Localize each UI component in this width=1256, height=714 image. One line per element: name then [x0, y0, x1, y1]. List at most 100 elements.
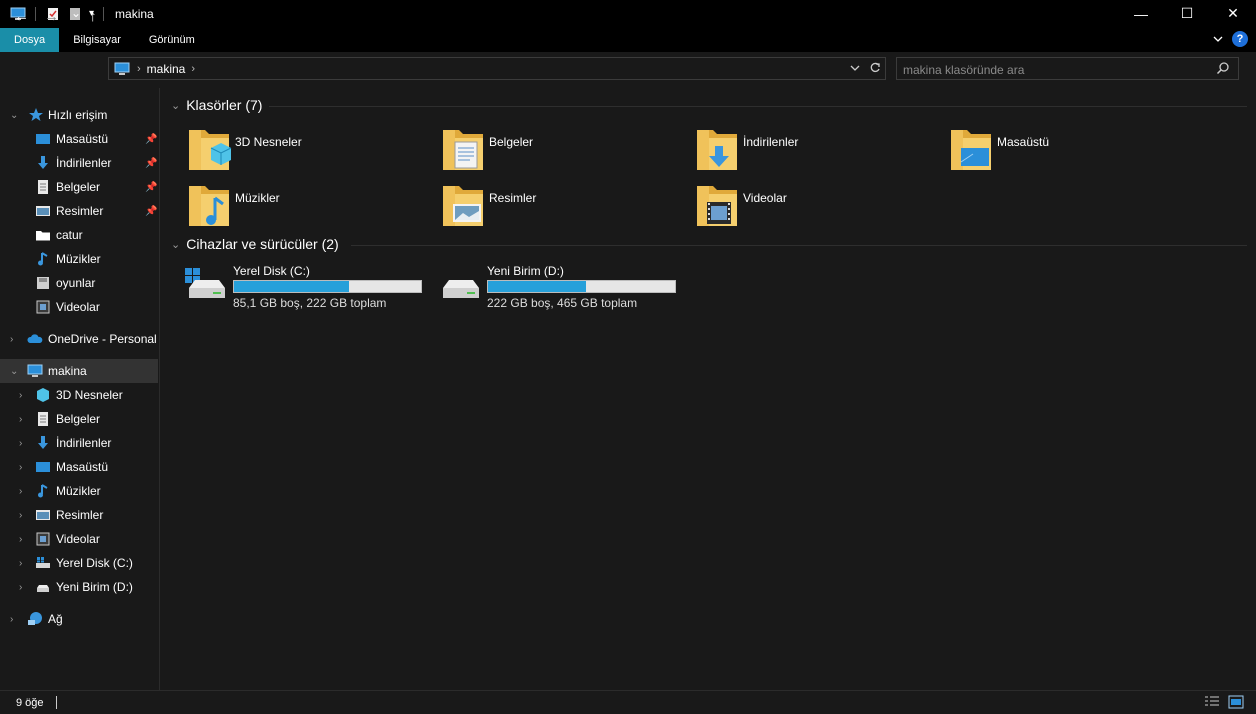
address-bar[interactable]: › makina ›: [108, 57, 886, 80]
collapsed-chevron-icon[interactable]: ›: [19, 414, 22, 425]
toolbar-separator: [103, 6, 105, 21]
collapsed-chevron-icon[interactable]: ›: [10, 614, 13, 625]
sidebar-item-quick-access[interactable]: ⌄ Hızlı erişim: [0, 103, 158, 127]
breadcrumb-makina[interactable]: makina: [147, 62, 186, 76]
collapsed-chevron-icon[interactable]: ›: [19, 534, 22, 545]
pin-icon[interactable]: 📌: [145, 134, 157, 145]
sidebar-item-label: 3D Nesneler: [56, 388, 123, 402]
breadcrumb-separator[interactable]: ›: [191, 63, 195, 75]
folder-label: Müzikler: [235, 191, 280, 205]
sidebar-item-network[interactable]: › Ağ: [0, 607, 158, 631]
collapsed-chevron-icon[interactable]: ›: [19, 390, 22, 401]
sidebar-item-label: Resimler: [56, 204, 104, 218]
folder-icon: [36, 231, 50, 241]
drive-label: Yeni Birim (D:): [487, 264, 564, 278]
pictures-icon: [36, 206, 50, 216]
network-icon: [28, 612, 42, 625]
maximize-button[interactable]: ☐: [1164, 0, 1210, 27]
sidebar-item-videolar-pc[interactable]: › Videolar: [0, 527, 158, 551]
help-button[interactable]: ?: [1232, 31, 1248, 47]
chevron-down-icon[interactable]: [849, 61, 861, 75]
group-divider: [351, 245, 1247, 246]
downloads-folder-icon: [693, 126, 741, 174]
expanded-chevron-icon[interactable]: ⌄: [10, 366, 18, 377]
sidebar-item-indirilenler-pc[interactable]: › İndirilenler: [0, 431, 158, 455]
group-header-devices[interactable]: ⌄ Cihazlar ve sürücüler (2): [171, 236, 339, 252]
chevron-down-icon[interactable]: [1212, 33, 1224, 45]
sidebar-item-catur[interactable]: catur: [0, 223, 158, 247]
sidebar-item-muzikler[interactable]: Müzikler: [0, 247, 158, 271]
folder-tile-muzikler[interactable]: Müzikler: [185, 182, 425, 232]
sidebar-item-belgeler[interactable]: Belgeler 📌: [0, 175, 158, 199]
sidebar-item-label: İndirilenler: [56, 156, 112, 170]
sidebar-item-3d-nesneler[interactable]: › 3D Nesneler: [0, 383, 158, 407]
sidebar-item-masaustu-pc[interactable]: › Masaüstü: [0, 455, 158, 479]
content-pane: ⌄ Klasörler (7) 3D Nesneler Belgeler İnd…: [161, 88, 1256, 690]
sidebar-item-this-pc[interactable]: ⌄ makina: [0, 359, 158, 383]
sidebar-item-label: Videolar: [56, 532, 100, 546]
folder-tile-resimler[interactable]: Resimler: [439, 182, 679, 232]
refresh-icon[interactable]: [869, 61, 881, 75]
sidebar-item-label: Müzikler: [56, 252, 101, 266]
tab-bilgisayar[interactable]: Bilgisayar: [59, 28, 135, 52]
sidebar-item-videolar[interactable]: Videolar: [0, 295, 158, 319]
collapsed-chevron-icon[interactable]: ›: [19, 510, 22, 521]
sidebar-item-yeni-birim-d[interactable]: › Yeni Birim (D:): [0, 575, 158, 599]
collapsed-chevron-icon[interactable]: ›: [19, 558, 22, 569]
sidebar-item-masaustu[interactable]: Masaüstü 📌: [0, 127, 158, 151]
drive-tile-c[interactable]: Yerel Disk (C:) 85,1 GB boş, 222 GB topl…: [183, 262, 433, 312]
ribbon-right-controls: ?: [1212, 31, 1248, 47]
collapsed-chevron-icon[interactable]: ›: [19, 462, 22, 473]
sidebar-item-indirilenler[interactable]: İndirilenler 📌: [0, 151, 158, 175]
videos-icon: [36, 300, 50, 314]
documents-icon: [38, 180, 48, 194]
close-button[interactable]: ✕: [1210, 0, 1256, 27]
folder-tile-videolar[interactable]: Videolar: [693, 182, 933, 232]
view-buttons: [1204, 695, 1244, 709]
drive-tile-d[interactable]: Yeni Birim (D:) 222 GB boş, 465 GB topla…: [437, 262, 687, 312]
tab-gorunum[interactable]: Görünüm: [135, 28, 209, 52]
navigation-pane: ⌄ Hızlı erişim Masaüstü 📌 İndirilenler 📌…: [0, 88, 160, 690]
collapsed-chevron-icon[interactable]: ›: [19, 438, 22, 449]
sidebar-item-oyunlar[interactable]: oyunlar: [0, 271, 158, 295]
folder-tile-3d-nesneler[interactable]: 3D Nesneler: [185, 126, 425, 176]
pin-icon[interactable]: 📌: [145, 206, 157, 217]
music-folder-icon: [185, 182, 233, 230]
pin-icon[interactable]: 📌: [145, 158, 157, 169]
sidebar-item-resimler-pc[interactable]: › Resimler: [0, 503, 158, 527]
up-button[interactable]: ↑: [89, 8, 97, 25]
sidebar-item-yerel-disk-c[interactable]: › Yerel Disk (C:): [0, 551, 158, 575]
chevron-down-icon[interactable]: ⌄: [171, 238, 180, 251]
recent-locations-button[interactable]: ⌄: [71, 6, 81, 20]
group-header-folders[interactable]: ⌄ Klasörler (7): [171, 97, 262, 113]
sidebar-item-resimler[interactable]: Resimler 📌: [0, 199, 158, 223]
expanded-chevron-icon[interactable]: ⌄: [10, 110, 18, 121]
tab-dosya[interactable]: Dosya: [0, 28, 60, 52]
collapsed-chevron-icon[interactable]: ›: [19, 486, 22, 497]
search-icon[interactable]: [1216, 61, 1230, 75]
details-view-icon[interactable]: [1204, 695, 1220, 709]
sidebar-item-label: Videolar: [56, 300, 100, 314]
folder-tile-belgeler[interactable]: Belgeler: [439, 126, 679, 176]
sidebar-item-onedrive[interactable]: › OneDrive - Personal: [0, 327, 158, 351]
collapsed-chevron-icon[interactable]: ›: [10, 334, 13, 345]
drive-usage-fill: [488, 281, 586, 292]
collapsed-chevron-icon[interactable]: ›: [19, 582, 22, 593]
folder-tile-masaustu[interactable]: Masaüstü: [947, 126, 1187, 176]
back-button[interactable]: ←: [14, 8, 29, 25]
tiles-view-icon[interactable]: [1228, 695, 1244, 709]
minimize-button[interactable]: —: [1118, 0, 1164, 27]
downloads-icon: [38, 156, 48, 169]
forward-button[interactable]: →: [44, 8, 59, 25]
sidebar-item-muzikler-pc[interactable]: › Müzikler: [0, 479, 158, 503]
breadcrumb-separator[interactable]: ›: [137, 63, 141, 75]
folder-tile-indirilenler[interactable]: İndirilenler: [693, 126, 933, 176]
this-pc-icon: [27, 363, 43, 379]
search-box[interactable]: makina klasöründe ara: [896, 57, 1239, 80]
chevron-down-icon[interactable]: ⌄: [171, 99, 180, 112]
pin-icon[interactable]: 📌: [145, 182, 157, 193]
folder-label: Masaüstü: [997, 135, 1050, 149]
sidebar-item-belgeler-pc[interactable]: › Belgeler: [0, 407, 158, 431]
address-controls: [849, 61, 881, 75]
videos-folder-icon: [693, 182, 741, 230]
